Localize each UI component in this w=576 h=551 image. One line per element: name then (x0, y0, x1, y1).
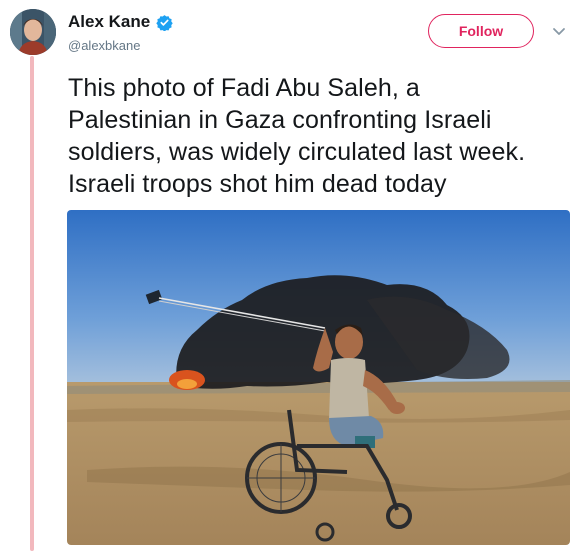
avatar[interactable] (10, 9, 56, 55)
photo-illustration (67, 210, 570, 545)
tweet-text-line: This photo of Fadi Abu Saleh, a (68, 74, 420, 102)
tweet-text: This photo of Fadi Abu Saleh, a Palestin… (68, 72, 568, 200)
tweet-text-line: soldiers, was widely circulated last wee… (68, 138, 526, 166)
follow-button[interactable]: Follow (428, 14, 534, 48)
tweet-photo[interactable] (67, 210, 570, 545)
user-handle[interactable]: @alexbkane (68, 38, 140, 53)
tweet-text-line: Israeli troops shot him dead today (68, 170, 447, 198)
display-name[interactable]: Alex Kane (68, 12, 150, 32)
thread-line (30, 56, 34, 551)
name-row: Alex Kane (68, 12, 173, 32)
chevron-down-icon[interactable] (552, 24, 566, 38)
avatar-image (10, 9, 56, 55)
verified-badge-icon (156, 14, 173, 31)
tweet-text-line: Palestinian in Gaza confronting Israeli (68, 106, 492, 134)
